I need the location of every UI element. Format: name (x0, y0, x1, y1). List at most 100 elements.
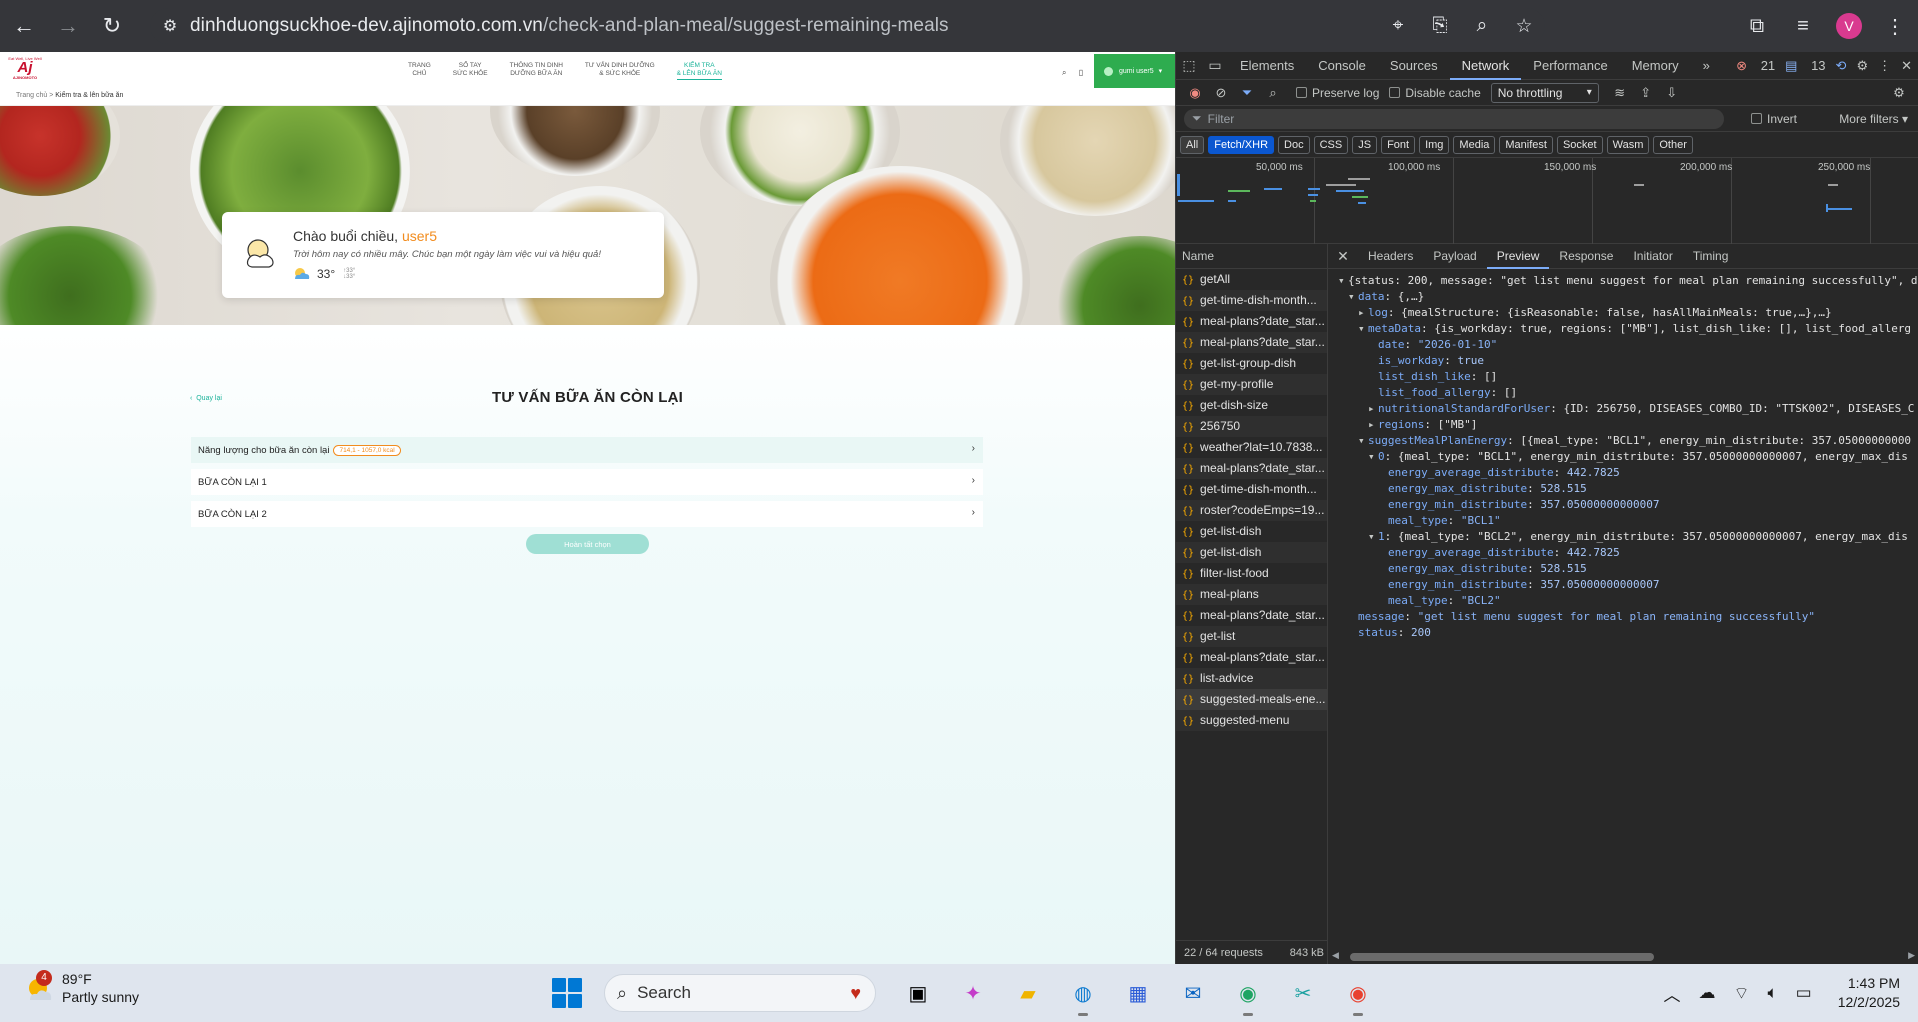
chrome-icon[interactable]: ◉ (1338, 973, 1378, 1016)
energy-remaining-row[interactable]: Năng lượng cho bữa ăn còn lại 714,1 - 10… (191, 437, 983, 463)
name-column-header[interactable]: Name (1176, 244, 1327, 269)
network-request-row[interactable]: {} meal-plans (1176, 584, 1327, 605)
export-har-icon[interactable]: ⇩ (1659, 85, 1685, 101)
error-count-badge[interactable]: ⊗ 21 (1736, 58, 1775, 74)
address-bar[interactable]: ⚙ dinhduongsuckhoe-dev.ajinomoto.com.vn/… (150, 8, 1545, 44)
tab-response[interactable]: Response (1549, 244, 1623, 269)
finish-selection-button[interactable]: Hoàn tất chọn (526, 534, 649, 554)
scrollbar-thumb[interactable] (1350, 953, 1654, 961)
network-request-row[interactable]: {} meal-plans?date_star... (1176, 647, 1327, 668)
network-request-row[interactable]: {} meal-plans?date_star... (1176, 332, 1327, 353)
devtools-menu-icon[interactable]: ⋮ (1878, 58, 1891, 74)
tab-elements[interactable]: Elements (1228, 52, 1306, 80)
search-icon[interactable]: ⌕ (1062, 68, 1066, 77)
inspect-element-icon[interactable]: ⬚ (1176, 57, 1202, 74)
wifi-icon[interactable]: ⌔ (1733, 983, 1749, 1004)
start-menu-icon[interactable] (552, 978, 582, 1008)
taskbar-search[interactable]: ⌕ Search ♥ (604, 974, 876, 1012)
tab-headers[interactable]: Headers (1358, 244, 1423, 269)
network-request-row[interactable]: {} suggested-meals-ene... (1176, 689, 1327, 710)
network-request-row[interactable]: {} get-list-group-dish (1176, 353, 1327, 374)
json-nutritional-node[interactable]: ▸ nutritionalStandardForUser: {ID: 256750… (1338, 401, 1918, 417)
json-item-0-node[interactable]: ▾ 0: {meal_type: "BCL1", energy_min_distr… (1338, 449, 1918, 465)
menu-item-check-plan-meal[interactable]: KIỂM TRA & LÊN BỮA ĂN (676, 62, 722, 80)
filter-funnel-icon[interactable]: ⏷ (1234, 85, 1260, 101)
extensions-icon[interactable]: ⧉ (1734, 15, 1780, 38)
bookmark-star-icon[interactable]: ☆ (1503, 15, 1545, 38)
menu-item-home[interactable]: TRANG CHỦ (408, 62, 431, 80)
tab-performance[interactable]: Performance (1521, 52, 1619, 80)
close-detail-icon[interactable]: ✕ (1328, 248, 1358, 265)
filter-field[interactable]: ⏷ (1184, 108, 1724, 129)
tab-console[interactable]: Console (1306, 52, 1378, 80)
network-request-row[interactable]: {} list-advice (1176, 668, 1327, 689)
profile-avatar[interactable]: V (1836, 13, 1862, 39)
remaining-meal-2-row[interactable]: BỮA CÒN LẠI 2 › (191, 501, 983, 527)
filter-img[interactable]: Img (1419, 135, 1450, 154)
filter-wasm[interactable]: Wasm (1606, 135, 1650, 154)
volume-icon[interactable]: 🔈︎ (1767, 983, 1777, 1003)
tab-initiator[interactable]: Initiator (1623, 244, 1682, 269)
weather-widget[interactable]: 4 89°F Partly sunny (24, 970, 139, 1006)
tab-sources[interactable]: Sources (1378, 52, 1450, 80)
menu-item-health-notebook[interactable]: SỔ TAY SỨC KHỎE (453, 62, 488, 80)
tab-network[interactable]: Network (1449, 52, 1522, 80)
json-item-1-node[interactable]: ▾ 1: {meal_type: "BCL2", energy_min_distr… (1338, 529, 1918, 545)
json-data-node[interactable]: ▾ data: {,…} (1338, 289, 1918, 305)
file-explorer-icon[interactable]: ▰ (1008, 973, 1048, 1013)
network-request-row[interactable]: {} get-my-profile (1176, 374, 1327, 395)
filter-font[interactable]: Font (1381, 135, 1416, 154)
filter-media[interactable]: Media (1453, 135, 1496, 154)
json-log-node[interactable]: ▸ log: {mealStructure: {isReasonable: fal… (1338, 305, 1918, 321)
remaining-meal-1-row[interactable]: BỮA CÒN LẠI 1 › (191, 469, 983, 495)
network-request-row[interactable]: {} suggested-menu (1176, 710, 1327, 731)
edge-icon[interactable]: ◍ (1063, 973, 1103, 1016)
battery-icon[interactable]: ▭ (1796, 983, 1812, 1003)
install-app-icon[interactable]: ⎘ (1419, 15, 1461, 37)
filter-socket[interactable]: Socket (1556, 135, 1603, 154)
search-icon[interactable]: ⌕ (1260, 85, 1286, 101)
zoom-icon[interactable]: ⌕ (1461, 15, 1503, 37)
tab-memory[interactable]: Memory (1620, 52, 1691, 80)
tab-preview[interactable]: Preview (1486, 244, 1550, 269)
snipping-tool-icon[interactable]: ✂ (1283, 973, 1323, 1013)
menu-item-meal-nutrition[interactable]: THÔNG TIN DINH DƯỠNG BỮA ĂN (510, 62, 563, 80)
import-har-icon[interactable]: ⇪ (1633, 85, 1659, 101)
outlook-icon[interactable]: ✉ (1173, 973, 1213, 1013)
filter-other[interactable]: Other (1653, 135, 1693, 154)
network-request-row[interactable]: {} getAll (1176, 269, 1327, 290)
json-regions-node[interactable]: ▸ regions: ["MB"] (1338, 417, 1918, 433)
show-hidden-icons-chevron-up-icon[interactable]: ︿ (1663, 981, 1680, 1006)
network-request-row[interactable]: {} get-time-dish-month... (1176, 479, 1327, 500)
more-filters-dropdown[interactable]: More filters ▾ (1839, 112, 1908, 126)
invert-filter[interactable]: Invert (1751, 112, 1797, 126)
tab-timing[interactable]: Timing (1683, 244, 1739, 269)
network-settings-icon[interactable]: ⚙ (1886, 85, 1912, 101)
throttling-select[interactable]: No throttling (1490, 82, 1599, 103)
filter-all[interactable]: All (1180, 135, 1205, 154)
horizontal-scrollbar[interactable]: ◀ ▶ (1328, 950, 1918, 964)
network-conditions-icon[interactable]: ≋ (1607, 85, 1633, 101)
message-count-badge[interactable]: ▤ 13 (1785, 58, 1825, 74)
media-control-icon[interactable]: ≡ (1780, 15, 1826, 38)
copilot-icon[interactable]: ✦ (953, 973, 993, 1013)
forward-icon[interactable]: → (48, 6, 88, 46)
user-menu[interactable]: gumi user5 ▾ (1094, 54, 1175, 88)
network-request-row[interactable]: {} meal-plans?date_star... (1176, 458, 1327, 479)
clear-icon[interactable]: ⊘ (1208, 85, 1234, 101)
network-request-row[interactable]: {} weather?lat=10.7838... (1176, 437, 1327, 458)
ajinomoto-logo[interactable]: Eat Well, Live Well Aj AJINOMOTO (8, 56, 42, 86)
tab-payload[interactable]: Payload (1423, 244, 1486, 269)
store-icon[interactable]: ▦ (1118, 973, 1158, 1013)
stop-recording-icon[interactable]: ◉ (1182, 85, 1208, 101)
chrome-profile-icon[interactable]: ◉ (1228, 973, 1268, 1016)
network-request-row[interactable]: {} 256750 (1176, 416, 1327, 437)
filter-js[interactable]: JS (1352, 135, 1378, 154)
browser-menu-icon[interactable]: ⋮ (1872, 14, 1918, 39)
task-view-icon[interactable]: ▣ (898, 973, 938, 1013)
network-request-row[interactable]: {} get-time-dish-month... (1176, 290, 1327, 311)
url-text[interactable]: dinhduongsuckhoe-dev.ajinomoto.com.vn/ch… (190, 15, 949, 37)
more-tabs-icon[interactable]: » (1691, 52, 1722, 80)
json-root-node[interactable]: ▾ {status: 200, message: "get list menu s… (1338, 273, 1918, 289)
site-info-icon[interactable]: ⚙ (150, 16, 190, 36)
